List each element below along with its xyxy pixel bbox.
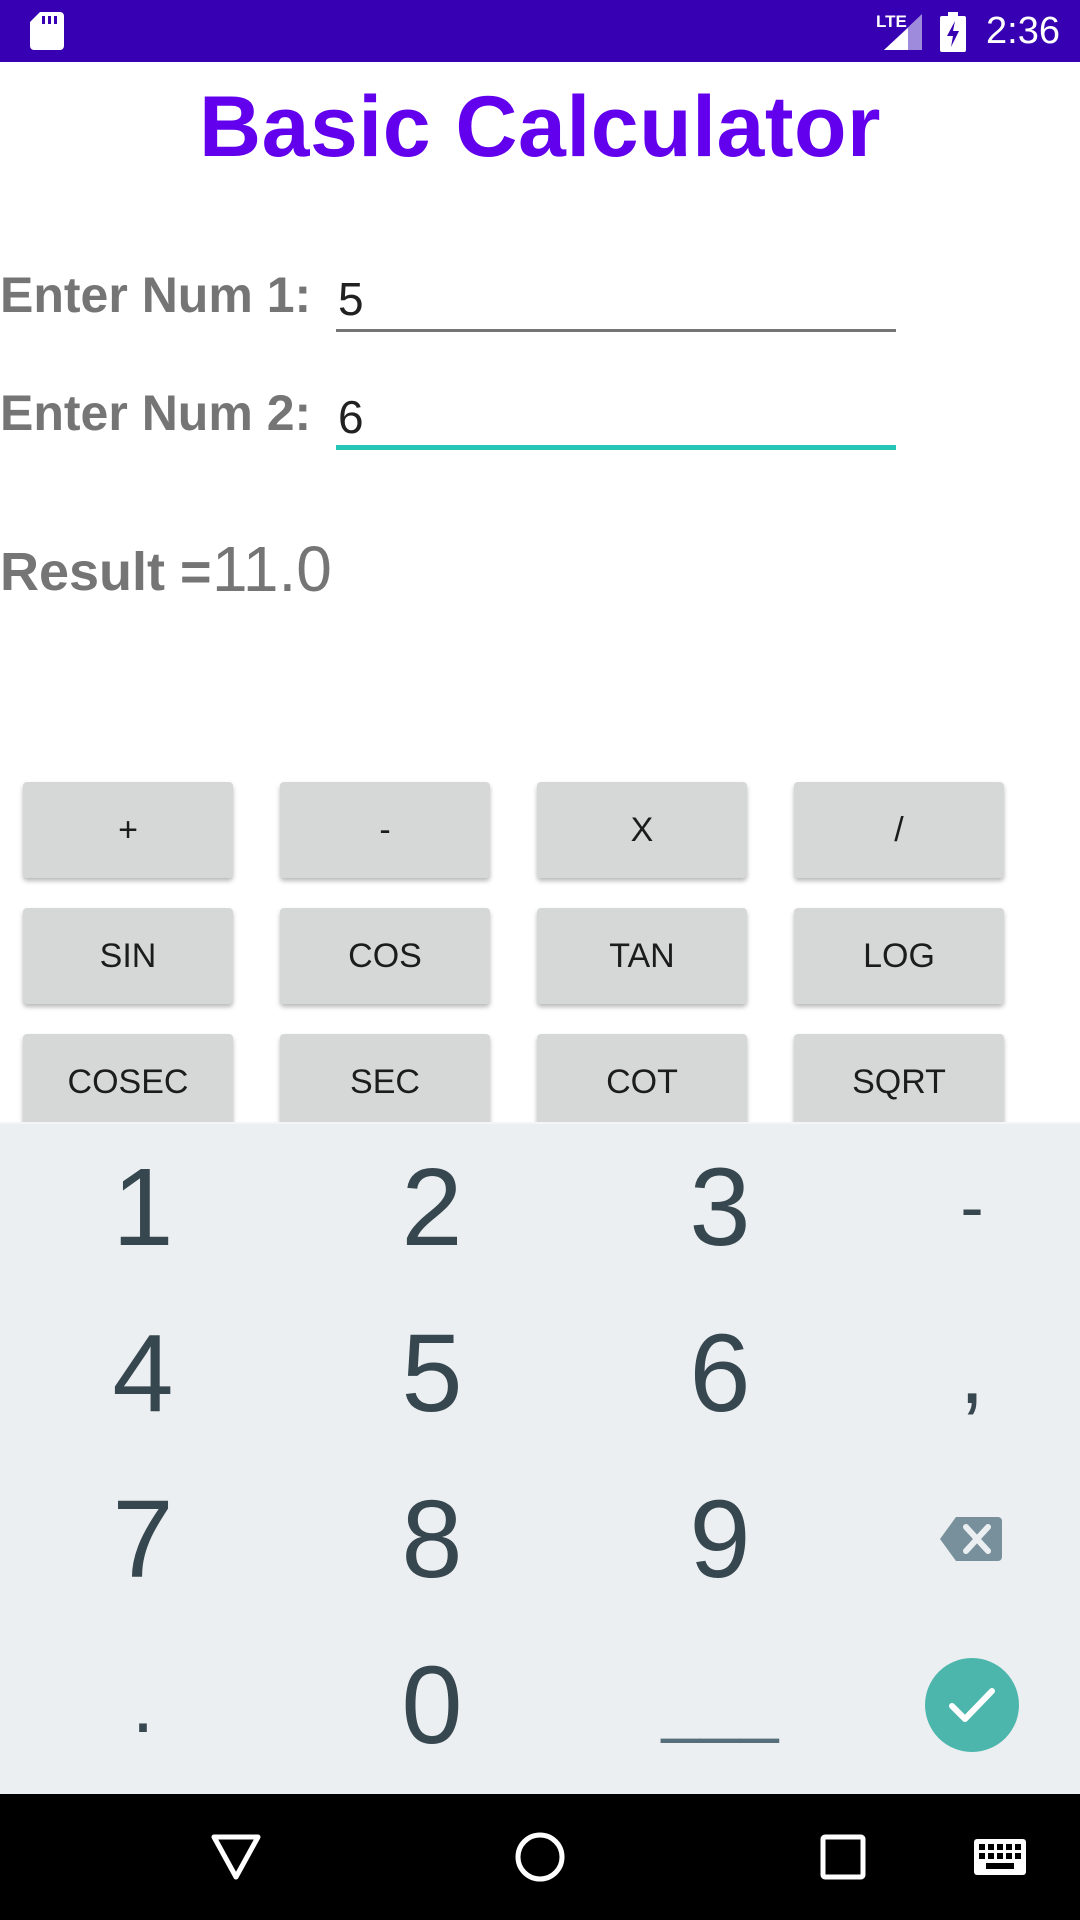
done-button[interactable] <box>925 1658 1019 1752</box>
sd-card-icon <box>30 12 64 50</box>
result-value: 11.0 <box>212 533 332 605</box>
key-space[interactable]: ___ <box>585 1622 855 1788</box>
home-button[interactable] <box>500 1794 580 1920</box>
navigation-bar <box>0 1794 1080 1920</box>
recents-icon <box>820 1834 866 1880</box>
sec-button[interactable]: SEC <box>280 1034 490 1130</box>
tan-button[interactable]: TAN <box>537 908 747 1004</box>
num1-label: Enter Num 1: <box>0 267 312 323</box>
num1-input[interactable]: 5 <box>336 266 896 332</box>
add-button[interactable]: + <box>23 782 233 878</box>
signal-icon <box>884 14 922 50</box>
key-8[interactable]: 8 <box>297 1456 567 1622</box>
sin-button[interactable]: SIN <box>23 908 233 1004</box>
subtract-button[interactable]: - <box>280 782 490 878</box>
num2-input[interactable]: 6 <box>336 384 896 450</box>
status-time: 2:36 <box>986 10 1060 52</box>
key-9[interactable]: 9 <box>585 1456 855 1622</box>
key-6[interactable]: 6 <box>585 1290 855 1456</box>
key-3[interactable]: 3 <box>585 1124 855 1290</box>
key-2[interactable]: 2 <box>297 1124 567 1290</box>
keyboard-icon <box>974 1839 1026 1875</box>
back-button[interactable] <box>196 1794 276 1920</box>
key-dot[interactable]: . <box>8 1622 278 1788</box>
cosec-button[interactable]: COSEC <box>23 1034 233 1130</box>
key-4[interactable]: 4 <box>8 1290 278 1456</box>
result-label: Result = <box>0 542 212 602</box>
backspace-icon <box>940 1517 1002 1561</box>
backspace-key[interactable] <box>836 1456 1080 1622</box>
check-icon <box>949 1688 995 1722</box>
multiply-button[interactable]: X <box>537 782 747 878</box>
key-5[interactable]: 5 <box>297 1290 567 1456</box>
log-button[interactable]: LOG <box>794 908 1004 1004</box>
battery-charging-icon <box>940 12 966 52</box>
recents-button[interactable] <box>803 1794 883 1920</box>
divide-button[interactable]: / <box>794 782 1004 878</box>
page-title: Basic Calculator <box>199 79 881 175</box>
key-comma[interactable]: , <box>836 1290 1080 1456</box>
key-1[interactable]: 1 <box>8 1124 278 1290</box>
key-minus[interactable]: - <box>836 1124 1080 1290</box>
cos-button[interactable]: COS <box>280 908 490 1004</box>
back-icon <box>211 1834 261 1880</box>
numeric-keyboard: 1 2 3 - 4 5 6 , 7 8 9 . 0 ___ <box>0 1122 1080 1796</box>
sqrt-button[interactable]: SQRT <box>794 1034 1004 1130</box>
key-7[interactable]: 7 <box>8 1456 278 1622</box>
num2-label: Enter Num 2: <box>0 385 312 441</box>
keyboard-switch-button[interactable] <box>964 1794 1036 1920</box>
key-0[interactable]: 0 <box>297 1622 567 1788</box>
done-key[interactable] <box>836 1622 1080 1788</box>
cot-button[interactable]: COT <box>537 1034 747 1130</box>
home-icon <box>515 1832 565 1882</box>
status-bar: LTE 2:36 <box>0 0 1080 62</box>
